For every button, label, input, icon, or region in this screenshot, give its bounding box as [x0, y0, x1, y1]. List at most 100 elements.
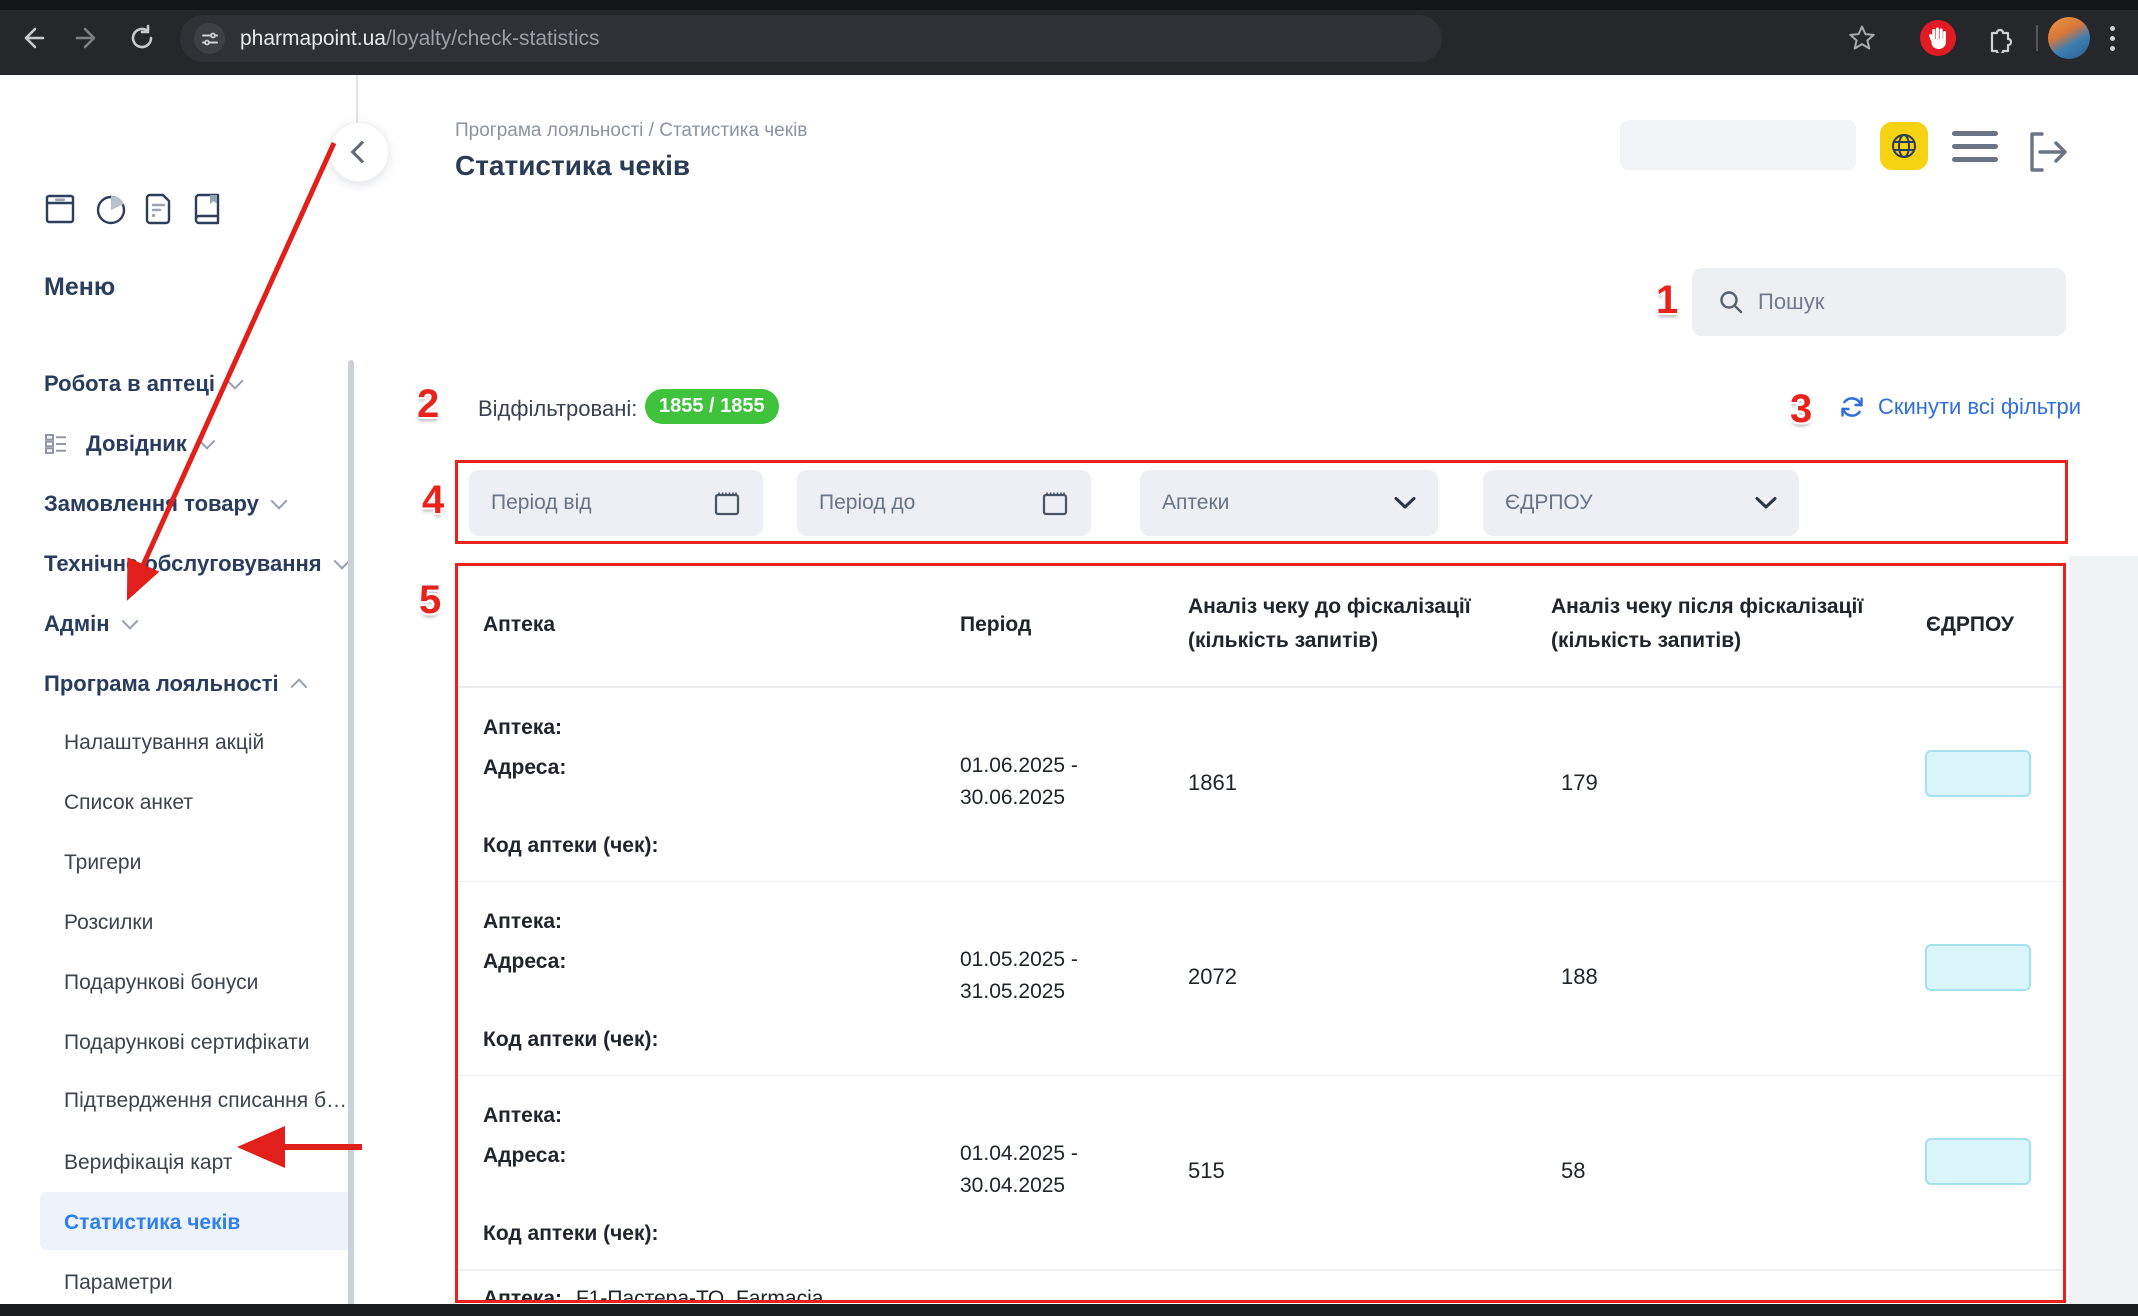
screenshot-root: pharmapoint.ua/loyalty/check-statistics — [0, 0, 2138, 1316]
menu-toggle-button[interactable] — [1952, 131, 1998, 161]
url-text: pharmapoint.ua/loyalty/check-statistics — [240, 15, 600, 62]
globe-icon — [1890, 132, 1918, 160]
browser-back-button[interactable] — [16, 22, 48, 54]
pie-chart-icon[interactable] — [92, 191, 130, 229]
pharmacies-select[interactable]: Аптеки — [1140, 470, 1438, 536]
submenu-statystyka-chekiv[interactable]: Статистика чеків — [64, 1211, 240, 1235]
after-count: 188 — [1561, 964, 1598, 990]
window-frame-strip — [0, 0, 2138, 10]
edrpou-select[interactable]: ЄДРПОУ — [1483, 470, 1799, 536]
browser-chrome: pharmapoint.ua/loyalty/check-statistics — [0, 0, 2138, 75]
col-period: Період — [960, 608, 1031, 642]
edrpou-redacted-box — [1925, 944, 2031, 991]
language-button[interactable] — [1880, 122, 1928, 170]
submenu-nalashtuvannia-akcii[interactable]: Налаштування акцій — [64, 731, 264, 755]
period-value: 01.06.2025 - 30.06.2025 — [960, 750, 1078, 814]
after-count: 58 — [1561, 1158, 1585, 1184]
sidebar-collapse-button[interactable] — [329, 122, 389, 182]
browser-menu-button[interactable] — [2110, 26, 2116, 52]
submenu-podarunkovi-bonusy[interactable]: Подарункові бонуси — [64, 971, 258, 995]
breadcrumb: Програма лояльності / Статистика чеків — [455, 120, 807, 142]
table-row: Аптека: Адреса: Код аптеки (чек): 01.05.… — [458, 882, 2063, 1076]
bookmark-button[interactable] — [1846, 22, 1878, 54]
site-info-button[interactable] — [194, 23, 225, 54]
filtered-label: Відфільтровані: — [478, 396, 637, 422]
archive-icon[interactable] — [44, 191, 76, 227]
calendar-icon — [713, 489, 741, 517]
chevron-down-icon — [226, 373, 243, 390]
browser-reload-button[interactable] — [126, 22, 158, 54]
search-box[interactable] — [1692, 268, 2066, 336]
before-count: 1861 — [1188, 770, 1237, 796]
browser-forward-button[interactable] — [72, 22, 104, 54]
submenu-podarunkovi-sertyfikaty[interactable]: Подарункові сертифікати — [64, 1031, 309, 1055]
edrpou-redacted-box — [1925, 750, 2031, 797]
sidebar-item-programa-loyalnosti[interactable]: Програма лояльності — [44, 671, 305, 697]
period-value: 01.04.2025 - 30.04.2025 — [960, 1138, 1078, 1202]
extensions-button[interactable] — [1982, 22, 2014, 54]
pharmacy-value: F1-Пастера-ТО, Farmacia — [576, 1287, 824, 1303]
table-row: Аптека: Адреса: Код аптеки (чек): 01.04.… — [458, 1076, 2063, 1270]
search-input[interactable] — [1756, 288, 2030, 316]
before-count: 2072 — [1188, 964, 1237, 990]
sidebar-divider — [356, 75, 358, 127]
col-pharmacy: Аптека — [483, 608, 555, 642]
col-edrpou: ЄДРПОУ — [1926, 608, 2014, 642]
statistics-table: Аптека Період Аналіз чеку до фіскалізаці… — [455, 563, 2066, 1303]
profile-avatar[interactable] — [2048, 17, 2090, 59]
before-count: 515 — [1188, 1158, 1225, 1184]
submenu-spysok-anket[interactable]: Список анкет — [64, 791, 193, 815]
sidebar-item-dovidnyk[interactable]: Довідник — [44, 431, 213, 457]
address-bar[interactable]: pharmapoint.ua/loyalty/check-statistics — [180, 15, 1442, 62]
annotation-number-5: 5 — [419, 578, 441, 623]
annotation-number-2: 2 — [417, 382, 439, 427]
window-bottom-edge — [0, 1304, 2138, 1316]
reset-label: Скинути всі фільтри — [1878, 394, 2081, 420]
chevron-down-icon — [1394, 496, 1416, 510]
sidebar-scrollbar[interactable] — [348, 360, 354, 1316]
period-to-input[interactable]: Період до — [797, 470, 1091, 536]
url-host: pharmapoint.ua — [240, 27, 386, 50]
col-before-fiscalization: Аналіз чеку до фіскалізації (кількість з… — [1188, 590, 1471, 658]
toolbar-divider — [2036, 25, 2038, 51]
sidebar-item-zamovlennia-tovaru[interactable]: Замовлення товару — [44, 491, 285, 517]
table-row-partial: Аптека: F1-Пастера-ТО, Farmacia — [458, 1270, 2063, 1271]
col-after-fiscalization: Аналіз чеку після фіскалізації (кількіст… — [1551, 590, 1863, 658]
sidebar-item-robota-v-apteci[interactable]: Робота в аптеці — [44, 371, 241, 397]
list-table-icon — [44, 433, 68, 455]
chevron-down-icon — [270, 493, 287, 510]
back-icon — [18, 24, 46, 52]
period-from-input[interactable]: Період від — [469, 470, 763, 536]
edrpou-redacted-box — [1925, 1138, 2031, 1185]
submenu-pidtverdzhennia-spysannia[interactable]: Підтвердження списання бону... — [64, 1089, 349, 1113]
submenu-parametry[interactable]: Параметри — [64, 1271, 173, 1295]
puzzle-icon — [1983, 23, 2013, 53]
hand-icon — [1920, 20, 1956, 56]
submenu-veryfikacia-kart[interactable]: Верифікація карт — [64, 1151, 232, 1175]
chevron-up-icon — [290, 678, 307, 695]
logout-icon — [2022, 126, 2074, 178]
annotation-number-3: 3 — [1790, 387, 1812, 432]
page-title: Статистика чеків — [455, 150, 690, 182]
submenu-trygery[interactable]: Тригери — [64, 851, 141, 875]
annotation-number-4: 4 — [422, 478, 444, 523]
submenu-rozsylky[interactable]: Розсилки — [64, 911, 153, 935]
annotation-number-1: 1 — [1656, 278, 1678, 323]
forward-icon — [74, 24, 102, 52]
after-count: 179 — [1561, 770, 1598, 796]
reload-icon — [128, 24, 156, 52]
reset-icon — [1838, 393, 1866, 421]
sidebar-item-tehnichne-obslugovuvannia[interactable]: Технічне обслуговування — [44, 551, 348, 577]
reset-filters-link[interactable]: Скинути всі фільтри — [1838, 393, 2081, 421]
star-icon — [1847, 23, 1877, 53]
book-icon[interactable] — [190, 191, 224, 227]
document-icon[interactable] — [142, 191, 174, 227]
chevron-left-icon — [351, 141, 374, 164]
calendar-icon — [1041, 489, 1069, 517]
adblock-extension-button[interactable] — [1920, 20, 1956, 56]
table-row: Аптека: Адреса: Код аптеки (чек): 01.06.… — [458, 688, 2063, 882]
search-icon — [1718, 289, 1744, 315]
site-settings-icon — [201, 30, 219, 48]
logout-button[interactable] — [2022, 126, 2074, 178]
sidebar-item-admin[interactable]: Адмін — [44, 611, 136, 637]
